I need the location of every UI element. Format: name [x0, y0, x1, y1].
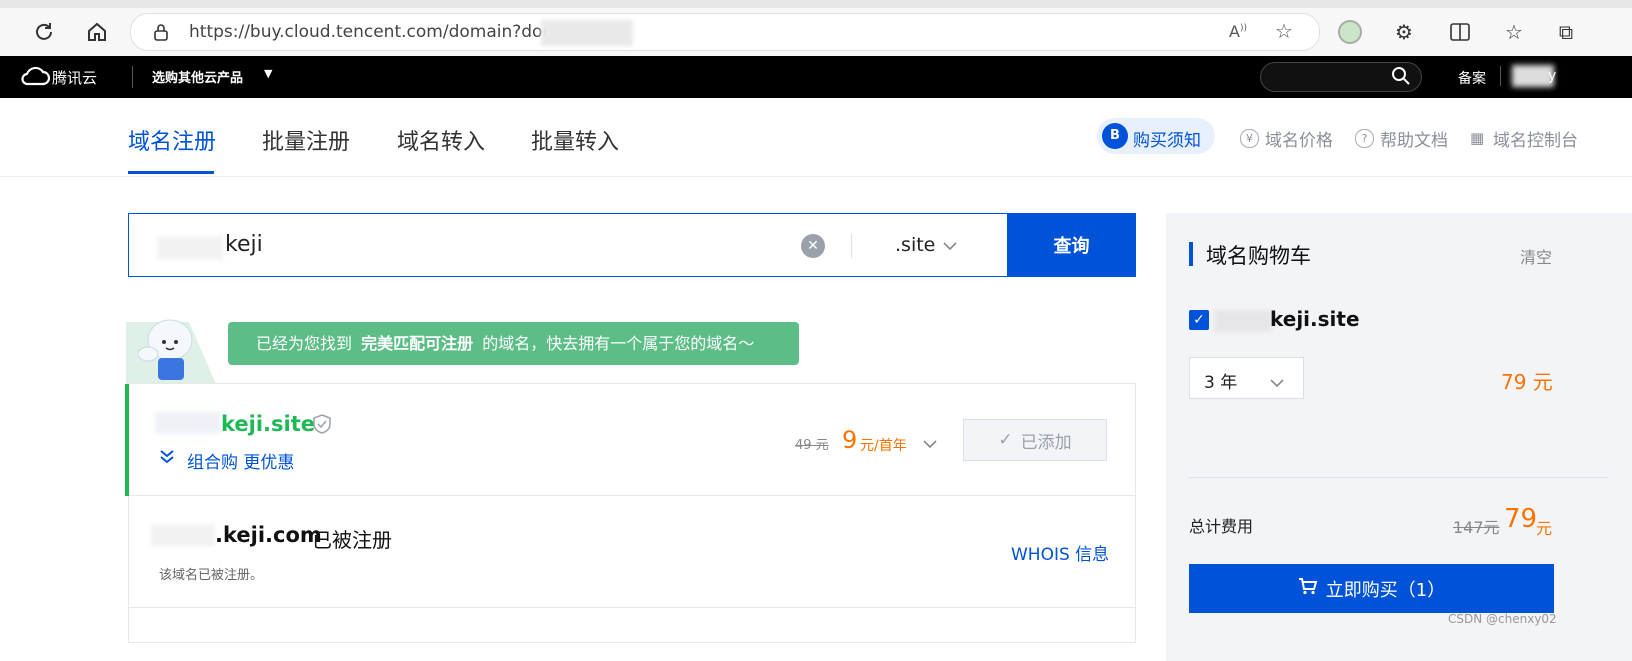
tab-batch-register[interactable]: 批量注册 — [262, 124, 350, 156]
products-menu[interactable]: 选购其他云产品 — [152, 67, 243, 86]
blurred-region — [541, 20, 633, 46]
home-icon[interactable] — [83, 18, 111, 46]
read-aloud-icon[interactable]: A)) — [1229, 22, 1247, 41]
divider — [1189, 477, 1609, 478]
collections-icon[interactable]: ⧉ — [1552, 18, 1580, 46]
active-tab-indicator — [128, 171, 214, 174]
check-icon: ✓ — [998, 430, 1013, 450]
registered-label: 已被注册 — [312, 528, 392, 552]
divider — [851, 234, 852, 258]
shopping-cart: 域名购物车 清空 ✓ keji.site 3 年 79 元 总计费用 147元 … — [1166, 213, 1632, 661]
available-domain: keji.site — [221, 412, 315, 436]
profile-extension-icon[interactable] — [1338, 20, 1362, 44]
registered-domain: .keji.com — [215, 523, 322, 547]
title-accent — [1189, 242, 1193, 266]
grid-icon: ▦ — [1470, 129, 1485, 147]
cart-icon — [1298, 577, 1318, 600]
bundle-link[interactable]: 组合购 更优惠 — [187, 448, 294, 473]
available-indicator — [125, 384, 129, 496]
banner-suffix: 的域名，快去拥有一个属于您的域名～ — [482, 334, 755, 353]
clear-cart-link[interactable]: 清空 — [1520, 244, 1552, 268]
cart-title: 域名购物车 — [1206, 244, 1311, 268]
watermark: CSDN @chenxy02 — [1448, 612, 1557, 626]
chevron-down-icon[interactable]: ▼ — [264, 67, 272, 80]
tencent-cloud-logo-icon[interactable] — [20, 65, 51, 91]
total-label: 总计费用 — [1189, 517, 1254, 536]
extensions-icon[interactable]: ⚙ — [1390, 18, 1418, 46]
chevron-down-icon — [1270, 373, 1284, 392]
search-input[interactable] — [1260, 62, 1422, 92]
blurred-region — [155, 412, 221, 434]
tab-batch-transfer[interactable]: 批量转入 — [531, 124, 619, 156]
chevron-down-icon[interactable] — [943, 236, 957, 255]
search-icon[interactable] — [1391, 66, 1411, 90]
yen-icon: ¥ — [1240, 129, 1259, 148]
banner-highlight: 完美匹配可注册 — [361, 334, 474, 353]
purchase-notice-label: 购买须知 — [1133, 131, 1201, 151]
blurred-region — [151, 524, 215, 546]
divider — [132, 66, 133, 88]
search-input[interactable]: keji — [225, 232, 263, 257]
purchase-notice-button[interactable]: B 购买须知 — [1097, 118, 1215, 154]
query-button[interactable]: 查询 — [1007, 213, 1136, 277]
blurred-region — [157, 236, 223, 260]
domain-search-box: keji ✕ .site — [128, 213, 1136, 277]
help-icon: ? — [1355, 129, 1374, 148]
split-icon[interactable] — [1446, 18, 1474, 46]
domain-price-link[interactable]: ¥ 域名价格 — [1240, 126, 1333, 151]
tab-strip — [0, 0, 1632, 8]
favorites-icon[interactable]: ☆ — [1500, 18, 1528, 46]
period-select[interactable]: 3 年 — [1189, 357, 1304, 399]
double-chevron-down-icon[interactable] — [159, 448, 175, 468]
blurred-region — [1214, 310, 1272, 332]
search-results: keji.site 组合购 更优惠 49 元 9 元/首年 ✓ 已添加 .kej… — [125, 383, 1136, 643]
url-text[interactable]: https://buy.cloud.tencent.com/domain?dom… — [189, 22, 585, 42]
mascot-icon — [136, 312, 206, 384]
clear-icon[interactable]: ✕ — [801, 234, 825, 258]
divider — [1500, 66, 1501, 86]
top-nav: 腾讯云 选购其他云产品 ▼ 备案 y — [0, 56, 1632, 98]
banner-prefix: 已经为您找到 — [256, 334, 353, 353]
brand-name[interactable]: 腾讯云 — [52, 67, 97, 88]
star-icon[interactable]: ☆ — [1275, 19, 1293, 43]
original-price: 49 元 — [795, 438, 829, 453]
browser-toolbar: https://buy.cloud.tencent.com/domain?dom… — [0, 0, 1632, 57]
beian-link[interactable]: 备案 — [1458, 68, 1486, 88]
registered-note: 该域名已被注册。 — [159, 568, 264, 583]
address-bar[interactable]: https://buy.cloud.tencent.com/domain?dom… — [130, 13, 1320, 51]
lock-icon[interactable] — [153, 23, 169, 45]
notice-badge-icon: B — [1102, 123, 1128, 149]
tab-domain-register[interactable]: 域名注册 — [128, 124, 216, 156]
tab-domain-transfer[interactable]: 域名转入 — [397, 124, 485, 156]
item-checkbox[interactable]: ✓ — [1189, 310, 1209, 330]
result-banner: 已经为您找到 完美匹配可注册 的域名，快去拥有一个属于您的域名～ — [228, 322, 799, 365]
shield-icon — [313, 414, 331, 438]
result-row-available: keji.site 组合购 更优惠 49 元 9 元/首年 ✓ 已添加 — [125, 384, 1135, 496]
user-name[interactable]: y — [1548, 68, 1556, 84]
help-docs-link[interactable]: ? 帮助文档 — [1355, 126, 1448, 151]
result-row-registered: .keji.com 已被注册 该域名已被注册。 WHOIS 信息 — [129, 496, 1135, 608]
price: 9 — [842, 426, 858, 454]
refresh-icon[interactable] — [30, 18, 58, 46]
price-unit: 元/首年 — [860, 438, 907, 454]
total-unit: 元 — [1536, 519, 1553, 538]
cart-item-domain: keji.site — [1270, 307, 1360, 331]
added-button[interactable]: ✓ 已添加 — [963, 419, 1107, 461]
sub-nav: 域名注册 批量注册 域名转入 批量转入 B 购买须知 ¥ 域名价格 ? 帮助文档… — [0, 98, 1632, 177]
cart-item-price: 79 元 — [1501, 370, 1553, 394]
domain-console-link[interactable]: ▦ 域名控制台 — [1470, 126, 1578, 152]
suffix-select[interactable]: .site — [895, 234, 935, 256]
buy-now-button[interactable]: 立即购买（1） — [1189, 564, 1554, 613]
chevron-down-icon[interactable] — [923, 434, 937, 453]
total-price: 79 — [1504, 504, 1538, 534]
whois-link[interactable]: WHOIS 信息 — [1011, 540, 1109, 565]
period-value: 3 年 — [1204, 373, 1238, 393]
total-original-price: 147元 — [1453, 518, 1500, 537]
